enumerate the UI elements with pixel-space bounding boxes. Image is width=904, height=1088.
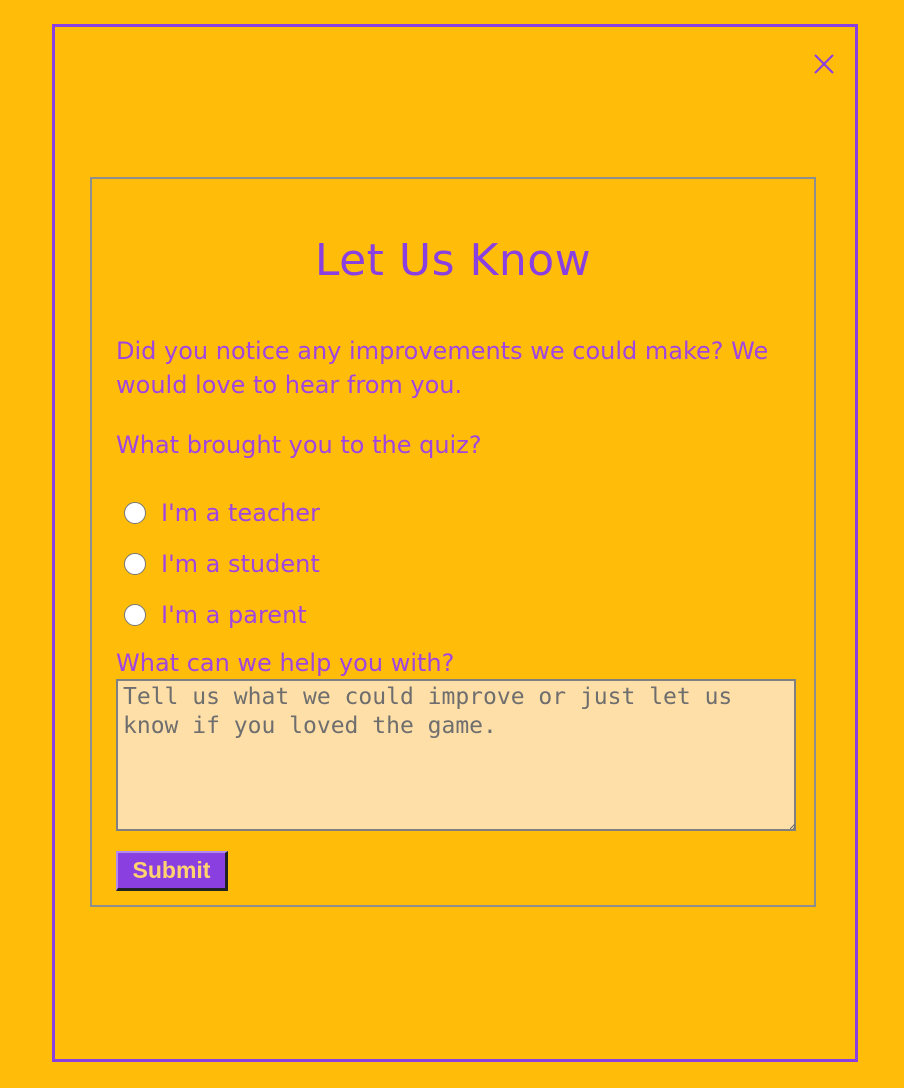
radio-button[interactable]: [124, 553, 146, 575]
feedback-textarea[interactable]: [116, 679, 796, 831]
radio-label: I'm a teacher: [161, 499, 320, 527]
submit-button[interactable]: Submit: [116, 851, 228, 891]
form-title: Let Us Know: [314, 235, 592, 286]
question-label: What brought you to the quiz?: [116, 431, 482, 459]
radio-label: I'm a student: [161, 550, 320, 578]
close-button[interactable]: [811, 49, 837, 79]
radio-button[interactable]: [124, 604, 146, 626]
radio-button[interactable]: [124, 502, 146, 524]
resize-grip-icon[interactable]: [790, 824, 795, 829]
close-icon: [814, 54, 834, 74]
radio-option-teacher[interactable]: I'm a teacher: [124, 499, 320, 527]
radio-option-student[interactable]: I'm a student: [124, 550, 320, 578]
help-label: What can we help you with?: [116, 649, 455, 677]
feedback-modal: Let Us Know Did you notice any improveme…: [52, 24, 858, 1062]
radio-option-parent[interactable]: I'm a parent: [124, 601, 307, 629]
feedback-form: Let Us Know Did you notice any improveme…: [90, 177, 816, 907]
radio-label: I'm a parent: [161, 601, 307, 629]
intro-text: Did you notice any improvements we could…: [116, 337, 769, 399]
